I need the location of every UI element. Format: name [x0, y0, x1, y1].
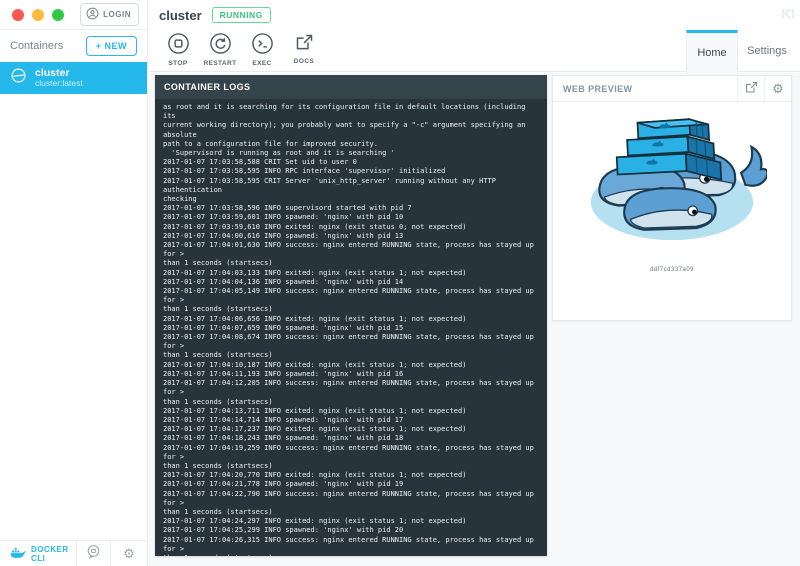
titlebar: LOGIN: [0, 0, 147, 30]
settings-button[interactable]: ⚙: [111, 541, 147, 566]
tab-bar: Home Settings: [686, 30, 796, 72]
gear-icon: ⚙: [772, 81, 784, 97]
page-title: cluster: [159, 8, 202, 23]
docker-whales-illustration: [577, 110, 767, 263]
gear-icon: ⚙: [123, 546, 135, 562]
main-header: cluster RUNNING KI: [149, 0, 800, 30]
restart-button[interactable]: RESTART: [199, 30, 241, 67]
stop-button[interactable]: STOP: [157, 30, 199, 67]
container-status-icon: [10, 67, 27, 89]
containers-header-row: Containers + NEW: [0, 30, 147, 62]
container-logs-panel: CONTAINER LOGS as root and it is searchi…: [155, 75, 547, 556]
tab-home[interactable]: Home: [686, 30, 738, 73]
chat-bubble-icon: [86, 544, 101, 564]
kitematic-window: LOGIN Containers + NEW cluster cluster:l…: [0, 0, 800, 566]
docker-whale-icon: [10, 546, 26, 561]
log-text: as root and it is searching for its conf…: [163, 103, 539, 556]
restart-icon: [209, 32, 232, 58]
login-label: LOGIN: [103, 10, 131, 19]
minimize-window-icon[interactable]: [32, 9, 44, 21]
container-logs-output[interactable]: as root and it is searching for its conf…: [155, 99, 547, 556]
preview-settings-button[interactable]: ⚙: [764, 76, 791, 102]
containers-heading: Containers: [10, 40, 63, 52]
sidebar-footer: DOCKER CLI ⚙: [0, 540, 147, 566]
terminal-icon: [251, 32, 274, 58]
user-icon: [86, 7, 99, 22]
stop-icon: [167, 32, 190, 58]
traffic-lights: [12, 9, 64, 21]
docker-cli-label: DOCKER CLI: [31, 545, 76, 563]
kitematic-logo: KI: [781, 6, 794, 23]
toolbar: STOP RESTART: [149, 30, 800, 72]
login-button[interactable]: LOGIN: [80, 3, 139, 26]
feedback-button[interactable]: [77, 541, 110, 566]
web-preview-header: WEB PREVIEW ⚙: [553, 76, 791, 102]
web-preview-body[interactable]: ddf7cd337a09: [553, 102, 791, 273]
new-container-button[interactable]: + NEW: [86, 36, 137, 56]
container-id: ddf7cd337a09: [650, 267, 694, 273]
content-area: CONTAINER LOGS as root and it is searchi…: [149, 73, 800, 566]
web-preview-card: WEB PREVIEW ⚙: [552, 75, 792, 321]
sidebar-item-cluster[interactable]: cluster cluster:latest: [0, 62, 147, 94]
open-preview-button[interactable]: [737, 76, 764, 102]
container-image: cluster:latest: [35, 79, 83, 89]
container-logs-title: CONTAINER LOGS: [155, 75, 547, 99]
zoom-window-icon[interactable]: [52, 9, 64, 21]
close-window-icon[interactable]: [12, 9, 24, 21]
main-panel: cluster RUNNING KI STOP: [149, 0, 800, 566]
sidebar: LOGIN Containers + NEW cluster cluster:l…: [0, 0, 148, 566]
web-preview-title: WEB PREVIEW: [553, 84, 737, 94]
status-badge: RUNNING: [212, 7, 271, 23]
docker-cli-button[interactable]: DOCKER CLI: [0, 541, 76, 566]
tab-settings[interactable]: Settings: [738, 30, 796, 72]
external-link-icon: [744, 80, 759, 98]
exec-button[interactable]: EXEC: [241, 30, 283, 67]
external-link-icon: [294, 32, 315, 56]
docs-button[interactable]: DOCS: [283, 30, 325, 65]
